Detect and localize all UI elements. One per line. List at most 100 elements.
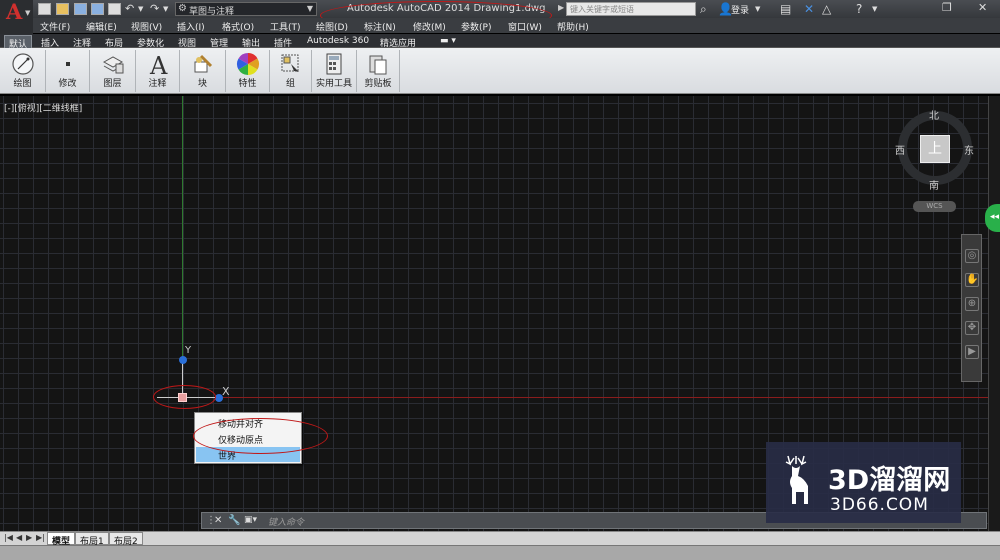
- close-window-icon[interactable]: ✕: [978, 1, 987, 14]
- ucs-x-grip[interactable]: [215, 394, 223, 402]
- restore-window-icon[interactable]: ❐: [942, 1, 952, 14]
- save-icon[interactable]: [74, 3, 87, 15]
- menu-file[interactable]: 文件(F): [40, 20, 70, 33]
- ribbon-tab-bar: 默认 插入 注释 布局 参数化 视图 管理 输出 插件 Autodesk 360…: [0, 34, 1000, 50]
- last-tab-icon[interactable]: ▶|: [36, 533, 45, 542]
- tab-layout[interactable]: 布局: [101, 35, 127, 49]
- open-file-icon[interactable]: [56, 3, 69, 15]
- command-history-icon[interactable]: ▣▾: [244, 515, 257, 525]
- panel-block[interactable]: 块: [180, 50, 226, 92]
- application-menu-button[interactable]: A ▼: [0, 0, 33, 34]
- menu-window[interactable]: 窗口(W): [508, 20, 542, 33]
- tab-output[interactable]: 输出: [238, 35, 264, 49]
- calculator-icon: [326, 53, 342, 75]
- showmotion-icon[interactable]: ▶: [965, 345, 979, 359]
- search-expand-icon[interactable]: ▶: [558, 3, 564, 12]
- close-icon[interactable]: ✕: [214, 515, 222, 526]
- viewport-controls-label[interactable]: [-][俯视][二维线框]: [4, 101, 82, 114]
- ucs-y-label: Y: [185, 345, 192, 356]
- menu-tools[interactable]: 工具(T): [270, 20, 301, 33]
- chevron-down-icon[interactable]: ▼: [755, 5, 760, 13]
- layout-tab-bar: |◀ ◀ ▶ ▶| 模型 布局1 布局2: [0, 531, 1000, 547]
- compass-north[interactable]: 北: [929, 107, 939, 122]
- orbit-icon[interactable]: ✥: [965, 321, 979, 335]
- panel-block-label: 块: [197, 79, 207, 89]
- search-placeholder: 键入关键字或短语: [570, 5, 634, 14]
- tab-parametric[interactable]: 参数化: [133, 35, 168, 49]
- wcs-menu-button[interactable]: WCS: [913, 201, 956, 212]
- prev-tab-icon[interactable]: ◀: [16, 533, 22, 542]
- connect-icon[interactable]: △: [822, 2, 831, 16]
- menu-insert[interactable]: 插入(I): [177, 20, 205, 33]
- zoom-icon[interactable]: ⊕: [965, 297, 979, 311]
- tab-layout2[interactable]: 布局2: [109, 532, 143, 547]
- viewcube-top-face[interactable]: 上: [920, 135, 950, 163]
- new-file-icon[interactable]: [38, 3, 51, 15]
- command-input[interactable]: 键入命令: [268, 515, 304, 528]
- ribbon-display-toggle-icon[interactable]: ▬ ▾: [436, 35, 460, 48]
- tab-plugins[interactable]: 插件: [270, 35, 296, 49]
- panel-draw[interactable]: 绘图: [0, 50, 46, 92]
- binoculars-icon[interactable]: ⌕: [700, 2, 707, 17]
- cart-icon[interactable]: ▤: [780, 2, 791, 16]
- tab-view[interactable]: 视图: [174, 35, 200, 49]
- tab-featured-apps[interactable]: 精选应用: [376, 35, 420, 49]
- next-tab-icon[interactable]: ▶: [26, 533, 32, 542]
- print-icon[interactable]: [108, 3, 121, 15]
- login-link[interactable]: 登录: [731, 3, 749, 16]
- workspace-selector[interactable]: ⚙ 草图与注释 ▼: [175, 2, 317, 17]
- undo-dropdown-icon[interactable]: ▼: [138, 5, 143, 13]
- tab-model[interactable]: 模型: [47, 532, 76, 547]
- modify-icon: [65, 62, 70, 66]
- panel-clipboard[interactable]: 剪贴板: [357, 50, 400, 92]
- menu-help[interactable]: 帮助(H): [557, 20, 589, 33]
- panel-clipboard-label: 剪贴板: [364, 79, 392, 89]
- panel-modify-label: 修改: [58, 79, 77, 89]
- watermark-url: 3D66.COM: [830, 495, 929, 515]
- panel-group-label: 组: [285, 79, 295, 89]
- menu-annotation-ellipse: [193, 418, 328, 454]
- menu-edit[interactable]: 编辑(E): [86, 20, 117, 33]
- exchange-icon[interactable]: ✕: [804, 2, 814, 16]
- undo-icon[interactable]: ↶: [125, 2, 134, 15]
- compass-east[interactable]: 东: [964, 142, 974, 157]
- save-as-icon[interactable]: [91, 3, 104, 15]
- right-scrollbar[interactable]: [988, 96, 1000, 531]
- redo-dropdown-icon[interactable]: ▼: [163, 5, 168, 13]
- tab-manage[interactable]: 管理: [206, 35, 232, 49]
- panel-annotation[interactable]: A 注释: [136, 50, 180, 92]
- navigation-toggle-icon[interactable]: ◂◂: [985, 204, 1000, 232]
- block-icon: [194, 54, 212, 73]
- compass-west[interactable]: 西: [895, 142, 905, 157]
- compass-south[interactable]: 南: [929, 177, 939, 192]
- first-tab-icon[interactable]: |◀: [4, 533, 13, 542]
- redo-icon[interactable]: ↷: [150, 2, 159, 15]
- panel-modify[interactable]: 修改: [46, 50, 90, 92]
- pan-icon[interactable]: ✋: [965, 273, 979, 287]
- menu-draw[interactable]: 绘图(D): [316, 20, 348, 33]
- tab-layout1[interactable]: 布局1: [75, 532, 109, 547]
- menu-format[interactable]: 格式(O): [222, 20, 254, 33]
- color-wheel-icon: [236, 53, 259, 75]
- menu-dimension[interactable]: 标注(N): [364, 20, 396, 33]
- tab-default[interactable]: 默认: [4, 35, 33, 50]
- search-input[interactable]: 键入关键字或短语: [566, 2, 696, 16]
- ucs-y-grip[interactable]: [179, 356, 187, 364]
- tab-insert[interactable]: 插入: [37, 35, 63, 49]
- panel-layers-label: 图层: [103, 79, 122, 89]
- draw-icon: [11, 53, 34, 75]
- panel-layers[interactable]: 图层: [90, 50, 136, 92]
- tab-annotate[interactable]: 注释: [69, 35, 95, 49]
- tab-autodesk-360[interactable]: Autodesk 360: [303, 35, 373, 48]
- chevron-down-icon[interactable]: ▼: [872, 5, 877, 13]
- menu-view[interactable]: 视图(V): [131, 20, 162, 33]
- wrench-icon[interactable]: 🔧: [228, 515, 240, 526]
- clipboard-icon: [369, 55, 387, 75]
- panel-group[interactable]: 组: [270, 50, 312, 92]
- panel-properties[interactable]: 特性: [226, 50, 270, 92]
- menu-modify[interactable]: 修改(M): [413, 20, 446, 33]
- steering-wheel-icon[interactable]: ◎: [965, 249, 979, 263]
- panel-utilities[interactable]: 实用工具: [312, 50, 357, 92]
- help-icon[interactable]: ?: [856, 2, 862, 16]
- menu-parametric[interactable]: 参数(P): [461, 20, 491, 33]
